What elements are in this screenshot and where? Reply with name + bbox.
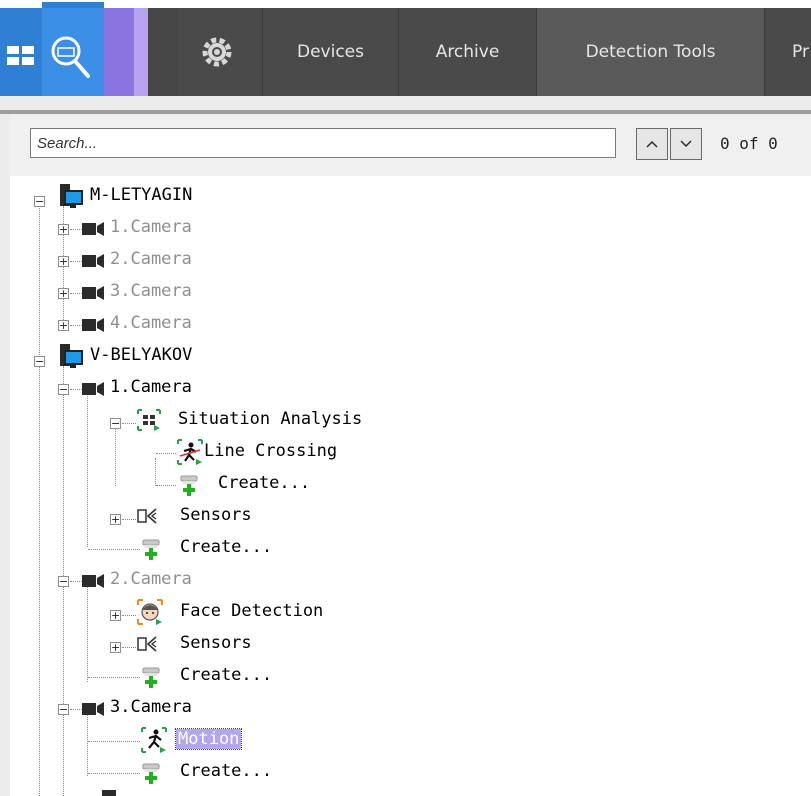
selected-detector-name: Motion [174, 728, 243, 750]
detector-name: Situation Analysis [178, 409, 363, 429]
expand-toggle[interactable]: + [58, 288, 69, 299]
face-detection-icon [137, 599, 163, 625]
expand-toggle[interactable]: + [110, 610, 121, 621]
create-add-icon [142, 539, 160, 560]
camera-name: 3.Camera [110, 697, 192, 717]
motion-icon [141, 727, 167, 753]
server-name: V-BELYAKOV [90, 345, 193, 365]
create-label: Create... [180, 665, 273, 685]
tree-line [122, 519, 136, 520]
camera-icon [82, 254, 104, 268]
tree-line [88, 549, 140, 550]
collapse-toggle[interactable]: − [34, 356, 45, 367]
tree-line [88, 741, 140, 742]
collapse-toggle[interactable]: − [58, 704, 69, 715]
expand-toggle[interactable]: + [110, 642, 121, 653]
tree-item-camera[interactable]: + 2.Camera [0, 244, 400, 276]
create-add-icon [142, 763, 160, 784]
tree-item-camera[interactable]: + 3.Camera [0, 276, 400, 308]
tree-item-camera[interactable]: − 1.Camera [0, 372, 400, 404]
sensors-icon [137, 636, 157, 652]
camera-name: 3.Camera [110, 281, 192, 301]
expand-toggle[interactable]: + [58, 256, 69, 267]
tree-item-motion[interactable]: Motion [0, 724, 420, 756]
tree-item-sensors[interactable]: + Sensors [0, 500, 420, 532]
camera-name: 1.Camera [110, 377, 192, 397]
collapse-toggle[interactable]: − [58, 576, 69, 587]
tree-line [70, 229, 82, 230]
tree-item-camera[interactable]: + 4.Camera [0, 308, 400, 340]
tree-line [88, 677, 140, 678]
collapse-toggle[interactable]: − [110, 418, 121, 429]
camera-icon [82, 574, 104, 588]
tree-line [70, 709, 82, 710]
tree-item-create-detector[interactable]: Create... [0, 660, 420, 692]
tree-line [70, 389, 82, 390]
tree-item-line-crossing[interactable]: Line Crossing [0, 436, 420, 468]
server-name: M-LETYAGIN [90, 185, 193, 205]
tree-line [122, 615, 136, 616]
create-add-icon [180, 475, 198, 496]
situation-analysis-icon [137, 409, 161, 431]
line-crossing-icon [177, 439, 203, 465]
camera-name: 2.Camera [110, 249, 192, 269]
tree-line [122, 423, 136, 424]
tree-item-situation-analysis[interactable]: − Situation Analysis [0, 404, 420, 436]
create-add-icon [142, 667, 160, 688]
camera-name: 1.Camera [110, 217, 192, 237]
camera-icon [82, 702, 104, 716]
tree-line [156, 485, 176, 486]
create-label: Create... [218, 473, 311, 493]
tree-item-camera[interactable]: + 1.Camera [0, 212, 400, 244]
sensors-icon [137, 508, 157, 524]
tree-item-camera[interactable]: − 2.Camera [0, 564, 400, 596]
tree-item-create-line-detector[interactable]: Create... [0, 468, 420, 500]
collapse-toggle[interactable]: − [34, 196, 45, 207]
tree-item-server[interactable]: − V-BELYAKOV [0, 340, 400, 372]
tree-line [70, 293, 82, 294]
detector-name: Line Crossing [204, 441, 338, 461]
tree-item-create-detector[interactable]: Create... [0, 756, 420, 788]
device-tree: − M-LETYAGIN + 1.Camera + 2.Camera + 3.C… [0, 0, 811, 796]
tree-item-sensors[interactable]: + Sensors [0, 628, 420, 660]
sensors-label: Sensors [180, 505, 252, 525]
tree-item-create-detector[interactable]: Create... [0, 532, 420, 564]
sensors-label: Sensors [180, 633, 252, 653]
collapse-toggle[interactable]: − [58, 384, 69, 395]
tree-line [156, 453, 176, 454]
tree-line [70, 581, 82, 582]
tree-line [70, 325, 82, 326]
camera-icon [102, 790, 116, 796]
tree-item-camera[interactable]: − 3.Camera [0, 692, 400, 724]
expand-toggle[interactable]: + [58, 224, 69, 235]
tree-line [88, 773, 140, 774]
server-icon [60, 344, 83, 368]
tree-line [122, 647, 136, 648]
tree-item-face-detection[interactable]: + Face Detection [0, 596, 420, 628]
tree-line [70, 261, 82, 262]
detector-name: Face Detection [180, 601, 324, 621]
server-icon [60, 184, 83, 208]
camera-name: 4.Camera [110, 313, 192, 333]
expand-toggle[interactable]: + [110, 514, 121, 525]
camera-icon [82, 318, 104, 332]
create-label: Create... [180, 761, 273, 781]
camera-icon [82, 222, 104, 236]
camera-name: 2.Camera [110, 569, 192, 589]
create-label: Create... [180, 537, 273, 557]
camera-icon [82, 286, 104, 300]
camera-icon [82, 382, 104, 396]
tree-item-server[interactable]: − M-LETYAGIN [0, 180, 400, 212]
expand-toggle[interactable]: + [58, 320, 69, 331]
